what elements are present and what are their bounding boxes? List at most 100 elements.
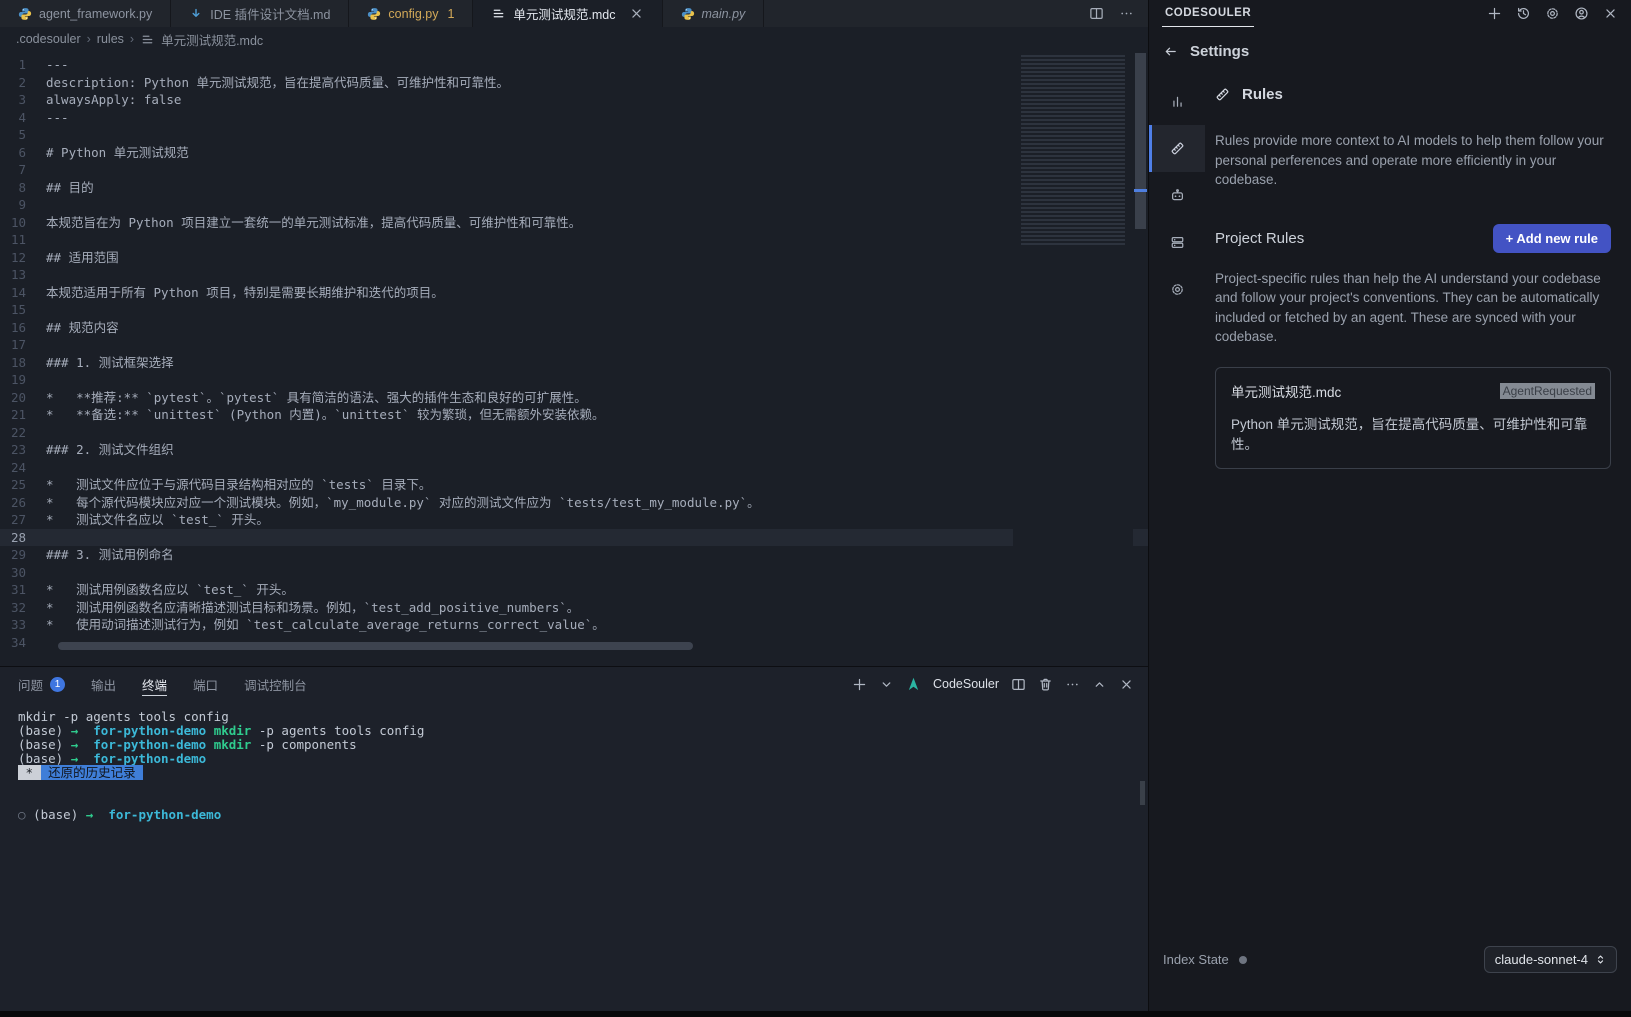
problems-count-badge: 1: [50, 677, 65, 692]
line-text: ---: [46, 56, 69, 74]
terminal-line: [18, 780, 1148, 794]
chevron-up-icon[interactable]: [1092, 677, 1107, 692]
code-line[interactable]: 8## 目的: [0, 179, 1148, 197]
line-text: 本规范旨在为 Python 项目建立一套统一的单元测试标准，提高代码质量、可维护…: [46, 214, 581, 232]
chevron-down-icon[interactable]: [879, 677, 894, 692]
code-line[interactable]: 6# Python 单元测试规范: [0, 144, 1148, 162]
line-number: 10: [0, 214, 46, 232]
code-line[interactable]: 26* 每个源代码模块应对应一个测试模块。例如，`my_module.py` 对…: [0, 494, 1148, 512]
project-rules-title: Project Rules: [1215, 230, 1304, 247]
code-line[interactable]: 4---: [0, 109, 1148, 127]
app-window: agent_framework.py IDE 插件设计文档.md config.py…: [0, 0, 1631, 1011]
editor-tab[interactable]: config.py1: [349, 0, 473, 27]
panel-tab[interactable]: 输出: [91, 667, 116, 701]
code-line[interactable]: 22: [0, 424, 1148, 442]
history-icon[interactable]: [1516, 6, 1531, 21]
terminal-output[interactable]: mkdir -p agents tools config(base) → for…: [0, 701, 1148, 1011]
terminal-line: * 还原的历史记录: [18, 766, 1148, 780]
terminal-line: (base) → for-python-demo mkdir -p agents…: [18, 724, 1148, 738]
line-text: * 测试文件应位于与源代码目录结构相对应的 `tests` 目录下。: [46, 476, 431, 494]
rules-description: Rules provide more context to AI models …: [1215, 131, 1611, 190]
close-side-panel-icon[interactable]: [1603, 6, 1618, 21]
line-number: 21: [0, 406, 46, 424]
close-tab-icon[interactable]: [629, 6, 644, 21]
code-line[interactable]: 9: [0, 196, 1148, 214]
code-line[interactable]: 3alwaysApply: false: [0, 91, 1148, 109]
add-new-rule-button[interactable]: + Add new rule: [1493, 224, 1611, 253]
settings-nav-robot[interactable]: [1149, 172, 1205, 219]
code-editor[interactable]: 1---2description: Python 单元测试规范，旨在提高代码质量…: [0, 51, 1148, 666]
line-text: * 使用动词描述测试行为，例如 `test_calculate_average_…: [46, 616, 605, 634]
code-line[interactable]: 17: [0, 336, 1148, 354]
editor-scrollbar[interactable]: [1133, 51, 1148, 666]
breadcrumb-file[interactable]: 单元测试规范.mdc: [161, 30, 263, 49]
code-line[interactable]: 11: [0, 231, 1148, 249]
panel-tab[interactable]: 终端: [142, 667, 167, 701]
code-line[interactable]: 28: [0, 529, 1148, 547]
editor-horizontal-scrollbar[interactable]: [58, 642, 693, 650]
code-line[interactable]: 1---: [0, 56, 1148, 74]
code-line[interactable]: 29### 3. 测试用例命名: [0, 546, 1148, 564]
bottom-panel: 问题1 输出终端端口调试控制台 CodeSouler mkdir -p agent…: [0, 666, 1148, 1011]
code-line[interactable]: 21* **备选:** `unittest` (Python 内置)。`unit…: [0, 406, 1148, 424]
code-line[interactable]: 32* 测试用例函数名应清晰描述测试目标和场景。例如，`test_add_pos…: [0, 599, 1148, 617]
code-line[interactable]: 2description: Python 单元测试规范，旨在提高代码质量、可维护…: [0, 74, 1148, 92]
line-text: * **备选:** `unittest` (Python 内置)。`unitte…: [46, 406, 605, 424]
code-line[interactable]: 7: [0, 161, 1148, 179]
terminal-shell-label[interactable]: CodeSouler: [933, 677, 999, 691]
code-line[interactable]: 30: [0, 564, 1148, 582]
editor-tab[interactable]: 单元测试规范.mdc: [473, 0, 662, 27]
panel-tab[interactable]: 问题1: [18, 667, 65, 701]
scrollbar-thumb[interactable]: [1135, 53, 1146, 229]
split-editor-icon[interactable]: [1089, 6, 1104, 21]
panel-tab[interactable]: 端口: [193, 667, 218, 701]
account-icon[interactable]: [1574, 6, 1589, 21]
tab-label: IDE 插件设计文档.md: [210, 4, 330, 23]
settings-nav-bar-chart[interactable]: [1149, 78, 1205, 125]
code-line[interactable]: 12## 适用范围: [0, 249, 1148, 267]
code-line[interactable]: 19: [0, 371, 1148, 389]
editor-tab[interactable]: main.py: [663, 0, 765, 27]
new-terminal-icon[interactable]: [852, 677, 867, 692]
terminal-line: mkdir -p agents tools config: [18, 710, 1148, 724]
settings-nav-server[interactable]: [1149, 219, 1205, 266]
code-line[interactable]: 31* 测试用例函数名应以 `test_` 开头。: [0, 581, 1148, 599]
code-line[interactable]: 15: [0, 301, 1148, 319]
code-line[interactable]: 10本规范旨在为 Python 项目建立一套统一的单元测试标准，提高代码质量、可…: [0, 214, 1148, 232]
model-selector[interactable]: claude-sonnet-4: [1484, 946, 1617, 973]
rule-card[interactable]: 单元测试规范.mdc AgentRequested Python 单元测试规范，…: [1215, 367, 1611, 469]
line-number: 23: [0, 441, 46, 459]
more-actions-icon[interactable]: [1119, 6, 1134, 21]
code-line[interactable]: 13: [0, 266, 1148, 284]
line-number: 34: [0, 634, 46, 652]
line-text: * 每个源代码模块应对应一个测试模块。例如，`my_module.py` 对应的…: [46, 494, 760, 512]
minimap[interactable]: [1013, 51, 1133, 666]
breadcrumb-folder[interactable]: rules: [97, 32, 124, 46]
code-line[interactable]: 5: [0, 126, 1148, 144]
split-terminal-icon[interactable]: [1011, 677, 1026, 692]
code-line[interactable]: 16## 规范内容: [0, 319, 1148, 337]
code-line[interactable]: 20* **推荐:** `pytest`。`pytest` 具有简洁的语法、强大…: [0, 389, 1148, 407]
editor-tab[interactable]: IDE 插件设计文档.md: [171, 0, 349, 27]
panel-tab[interactable]: 调试控制台: [244, 667, 307, 701]
close-panel-icon[interactable]: [1119, 677, 1134, 692]
editor-tab[interactable]: agent_framework.py: [0, 0, 171, 27]
gear-icon[interactable]: [1545, 6, 1560, 21]
settings-nav-gear[interactable]: [1149, 266, 1205, 313]
code-line[interactable]: 27* 测试文件名应以 `test_` 开头。: [0, 511, 1148, 529]
trash-icon[interactable]: [1038, 677, 1053, 692]
code-line[interactable]: 33* 使用动词描述测试行为，例如 `test_calculate_averag…: [0, 616, 1148, 634]
ellipsis-icon[interactable]: [1065, 677, 1080, 692]
code-line[interactable]: 25* 测试文件应位于与源代码目录结构相对应的 `tests` 目录下。: [0, 476, 1148, 494]
new-chat-icon[interactable]: [1487, 6, 1502, 21]
breadcrumb-root[interactable]: .codesouler: [16, 32, 81, 46]
code-line[interactable]: 18### 1. 测试框架选择: [0, 354, 1148, 372]
panel-tabs: 问题1 输出终端端口调试控制台: [18, 667, 333, 701]
code-line[interactable]: 23### 2. 测试文件组织: [0, 441, 1148, 459]
back-arrow-icon[interactable]: [1163, 44, 1178, 59]
panel-title[interactable]: CODESOULER: [1162, 0, 1254, 27]
code-line[interactable]: 24: [0, 459, 1148, 477]
terminal-scrollbar-thumb[interactable]: [1140, 781, 1145, 805]
settings-nav-ruler[interactable]: [1149, 125, 1205, 172]
code-line[interactable]: 14本规范适用于所有 Python 项目，特别是需要长期维护和迭代的项目。: [0, 284, 1148, 302]
